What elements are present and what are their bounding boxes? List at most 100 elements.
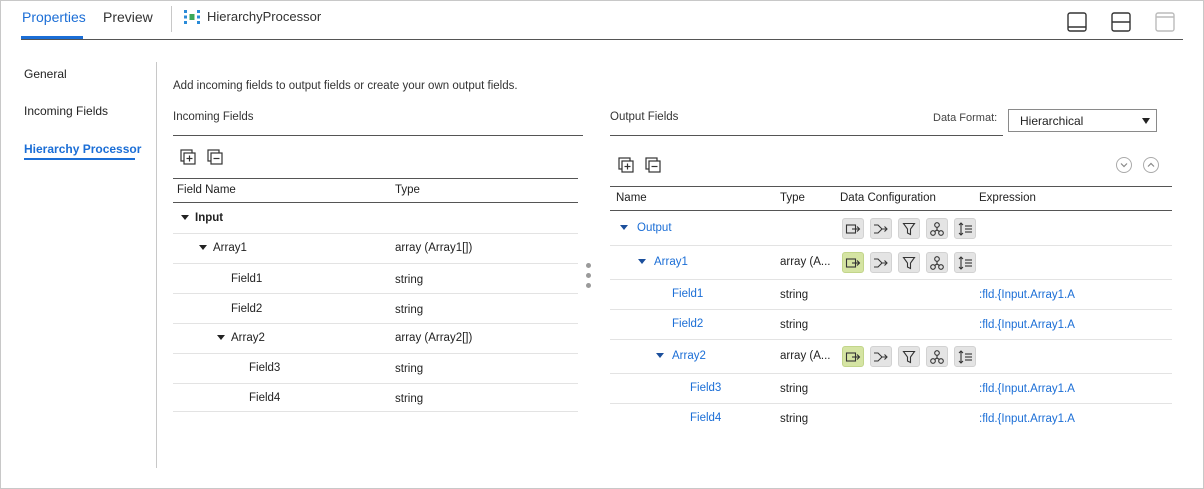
output-row-name[interactable]: Field2 [672, 318, 703, 330]
sort-icon [958, 222, 972, 236]
incoming-row-name[interactable]: Input [195, 212, 223, 224]
panel-splitter-handle[interactable] [586, 263, 591, 289]
output-row-type: string [780, 383, 809, 395]
sort-button[interactable] [954, 218, 976, 239]
nav-incoming-fields[interactable]: Incoming Fields [24, 104, 108, 118]
output-col-data-configuration: Data Configuration [840, 192, 936, 204]
row-divider [610, 339, 1172, 340]
tab-properties[interactable]: Properties [22, 9, 86, 25]
output-row-type: string [780, 413, 809, 425]
collapse-toggle-icon[interactable] [638, 259, 646, 264]
collapse-toggle-icon[interactable] [181, 215, 189, 220]
row-divider [173, 411, 578, 412]
row-divider [173, 233, 578, 234]
output-row-name[interactable]: Field4 [690, 412, 721, 424]
incoming-fields-title: Incoming Fields [173, 111, 254, 123]
sort-button[interactable] [954, 346, 976, 367]
data-format-value: Hierarchical [1020, 114, 1084, 128]
join-icon [930, 222, 944, 236]
incoming-row-name[interactable]: Field4 [249, 392, 280, 404]
output-col-type: Type [780, 192, 805, 204]
map-button[interactable] [870, 346, 892, 367]
output-row-name[interactable]: Field1 [672, 288, 703, 300]
tab-preview[interactable]: Preview [103, 9, 153, 25]
input-field-icon [845, 224, 861, 234]
layout-bottom-panel-icon[interactable] [1067, 12, 1087, 32]
input-field-button[interactable] [842, 252, 864, 273]
nav-hierarchy-processor[interactable]: Hierarchy Processor [24, 142, 141, 156]
chevron-down-icon [1120, 163, 1128, 168]
instruction-text: Add incoming fields to output fields or … [173, 80, 518, 92]
map-button[interactable] [870, 252, 892, 273]
output-fields-title: Output Fields [610, 111, 679, 123]
nav-active-indicator [24, 158, 135, 160]
incoming-row-name[interactable]: Field2 [231, 303, 262, 315]
output-row-expression[interactable]: :fld.{Input.Array1.A [979, 383, 1075, 395]
layout-split-panel-icon[interactable] [1111, 12, 1131, 32]
row-divider [610, 245, 1172, 246]
output-row-name[interactable]: Array1 [654, 256, 688, 268]
input-field-button[interactable] [842, 346, 864, 367]
output-row-type: string [780, 319, 809, 331]
filter-button[interactable] [898, 252, 920, 273]
output-row-type: array (A... [780, 350, 831, 362]
output-row-type: array (A... [780, 256, 831, 268]
output-row-expression[interactable]: :fld.{Input.Array1.A [979, 319, 1075, 331]
row-divider [610, 403, 1172, 404]
remove-field-icon[interactable] [207, 149, 224, 166]
tab-bar-divider [21, 39, 1183, 40]
collapse-toggle-icon[interactable] [199, 245, 207, 250]
filter-button[interactable] [898, 218, 920, 239]
nav-general[interactable]: General [24, 67, 67, 81]
incoming-row-type: string [395, 304, 424, 316]
row-divider [610, 373, 1172, 374]
data-format-label: Data Format: [933, 112, 998, 124]
output-row-expression[interactable]: :fld.{Input.Array1.A [979, 413, 1075, 425]
incoming-row-type: string [395, 363, 424, 375]
join-button[interactable] [926, 252, 948, 273]
filter-button[interactable] [898, 346, 920, 367]
hierarchy-processor-icon [184, 10, 200, 24]
collapse-toggle-icon[interactable] [656, 353, 664, 358]
map-icon [874, 224, 888, 234]
incoming-row-name[interactable]: Array2 [231, 332, 265, 344]
incoming-row-name[interactable]: Field3 [249, 362, 280, 374]
output-title-divider [610, 135, 1003, 136]
remove-field-icon[interactable] [645, 157, 662, 174]
output-row-expression[interactable]: :fld.{Input.Array1.A [979, 289, 1075, 301]
row-divider [173, 323, 578, 324]
collapse-all-button[interactable] [1143, 157, 1159, 173]
output-header-bottom-line [610, 210, 1172, 211]
output-row-name[interactable]: Array2 [672, 350, 706, 362]
layout-top-panel-icon[interactable] [1155, 12, 1175, 32]
sort-icon [958, 350, 972, 364]
collapse-toggle-icon[interactable] [620, 225, 628, 230]
sort-button[interactable] [954, 252, 976, 273]
row-divider [173, 383, 578, 384]
add-field-icon[interactable] [180, 149, 197, 166]
row-divider [173, 263, 578, 264]
input-field-icon [845, 352, 861, 362]
incoming-header-top-line [173, 178, 578, 179]
join-button[interactable] [926, 346, 948, 367]
output-row-name[interactable]: Output [637, 222, 672, 234]
incoming-col-type: Type [395, 184, 420, 196]
incoming-row-type: string [395, 393, 424, 405]
data-format-select[interactable]: Hierarchical [1008, 109, 1157, 132]
collapse-toggle-icon[interactable] [217, 335, 225, 340]
transformation-title: HierarchyProcessor [207, 9, 322, 24]
sort-icon [958, 256, 972, 270]
expand-all-button[interactable] [1116, 157, 1132, 173]
incoming-row-name[interactable]: Array1 [213, 242, 247, 254]
add-field-icon[interactable] [618, 157, 635, 174]
map-button[interactable] [870, 218, 892, 239]
output-row-name[interactable]: Field3 [690, 382, 721, 394]
output-header-top-line [610, 186, 1172, 187]
output-row-type: string [780, 289, 809, 301]
input-field-button[interactable] [842, 218, 864, 239]
incoming-header-bottom-line [173, 202, 578, 203]
incoming-row-name[interactable]: Field1 [231, 273, 262, 285]
incoming-col-field-name: Field Name [177, 184, 236, 196]
tab-separator [171, 6, 172, 32]
join-button[interactable] [926, 218, 948, 239]
